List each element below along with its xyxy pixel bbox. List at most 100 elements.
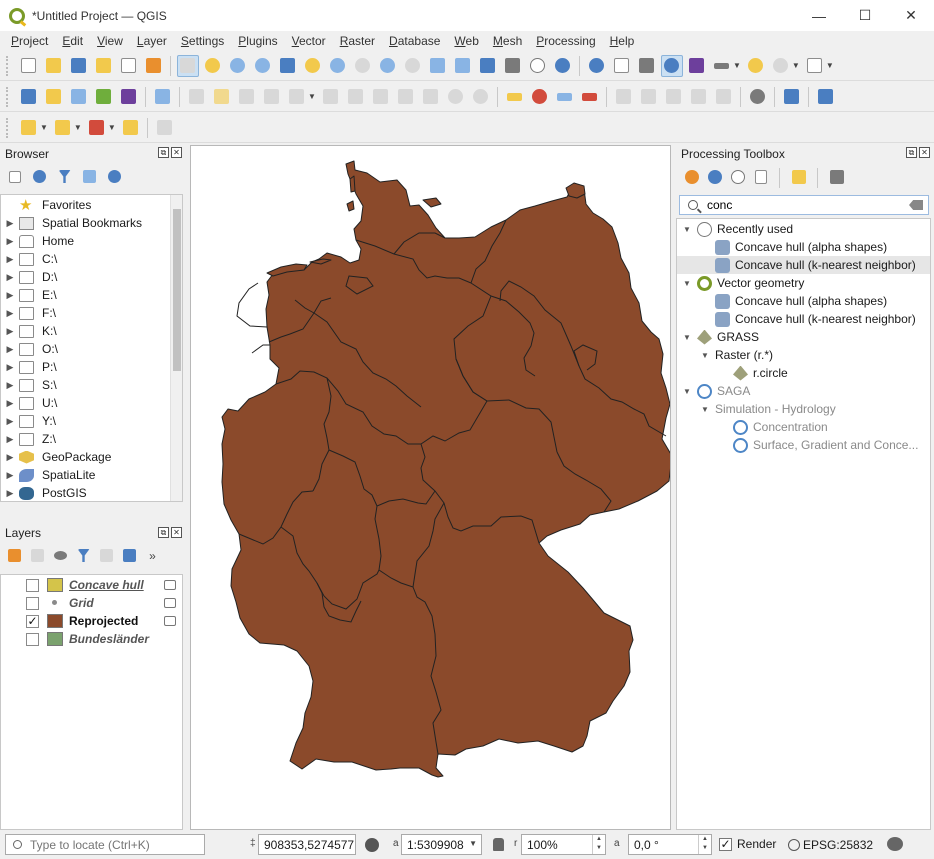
lock-scale-icon[interactable]	[493, 838, 504, 851]
layer-item[interactable]: Bundesländer	[1, 630, 182, 648]
collapse-arrow-icon[interactable]: ▼	[699, 405, 711, 414]
add-virtual-layer-button[interactable]	[68, 86, 90, 108]
expand-arrow-icon[interactable]: ▶	[1, 398, 19, 409]
chevron-down-icon[interactable]: ▼	[792, 61, 800, 70]
plugins-button[interactable]	[746, 86, 768, 108]
zoom-next-button[interactable]	[402, 55, 424, 77]
new-print-layout-button[interactable]	[118, 55, 140, 77]
zoom-selection-button[interactable]	[302, 55, 324, 77]
add-selected-layers-button[interactable]	[6, 168, 23, 185]
expand-arrow-icon[interactable]: ▶	[1, 362, 19, 373]
add-group-button[interactable]	[29, 547, 46, 564]
open-project-button[interactable]	[43, 55, 65, 77]
save-as-button[interactable]	[93, 55, 115, 77]
vertex-tool-button[interactable]	[286, 86, 308, 108]
crs-status-button[interactable]: EPSG:25832	[788, 838, 873, 852]
current-edits-button[interactable]	[186, 86, 208, 108]
scrollbar-thumb[interactable]	[173, 209, 181, 371]
rotation-spinbox[interactable]: 0,0 ° ▲ ▼	[628, 834, 712, 855]
annotations-button[interactable]	[769, 55, 791, 77]
locator-input[interactable]	[30, 837, 200, 852]
close-panel-button[interactable]: ✕	[919, 147, 930, 158]
expand-arrow-icon[interactable]: ▶	[1, 308, 19, 319]
browser-item[interactable]: ▶ Home	[1, 232, 182, 250]
new-3d-view-button[interactable]	[452, 55, 474, 77]
paste-features-button[interactable]	[419, 86, 441, 108]
chevron-down-icon[interactable]: ▼	[74, 123, 82, 132]
pin-labels-button[interactable]	[528, 86, 550, 108]
label-diagram-button[interactable]	[712, 86, 734, 108]
messages-icon[interactable]	[887, 837, 903, 851]
cut-features-button[interactable]	[369, 86, 391, 108]
toggle-extents-icon[interactable]	[365, 838, 379, 852]
select-features-button[interactable]	[18, 117, 40, 139]
copy-features-button[interactable]	[394, 86, 416, 108]
manage-visibility-button[interactable]	[52, 547, 69, 564]
measure-button[interactable]	[711, 55, 733, 77]
menu-database[interactable]: Database	[382, 34, 447, 48]
float-panel-button[interactable]: ⧉	[906, 147, 917, 158]
processing-toolbox-button[interactable]	[660, 54, 683, 77]
browser-tree[interactable]: ★ Favorites ▶ Spatial Bookmarks ▶ Home ▶ C:\ ▶ D:…	[0, 194, 183, 502]
menu-web[interactable]: Web	[447, 34, 485, 48]
filter-expression-button[interactable]	[98, 547, 115, 564]
map-canvas[interactable]	[190, 145, 671, 830]
add-raster-button[interactable]	[118, 86, 140, 108]
browser-item[interactable]: ▶ Z:\	[1, 430, 182, 448]
browser-item[interactable]: ▶ GeoPackage	[1, 448, 182, 466]
zoom-in-button[interactable]	[227, 55, 249, 77]
menu-help[interactable]: Help	[603, 34, 642, 48]
expand-arrow-icon[interactable]: ▶	[1, 326, 19, 337]
chevron-down-icon[interactable]: ▼	[469, 839, 477, 848]
layer-visibility-checkbox[interactable]	[26, 632, 39, 646]
data-source-manager-button[interactable]	[18, 86, 40, 108]
deselect-button[interactable]	[85, 117, 107, 139]
add-layer-button[interactable]	[43, 86, 65, 108]
move-label-button[interactable]	[612, 86, 634, 108]
models-button[interactable]	[683, 168, 700, 185]
browser-item[interactable]: ▶ K:\	[1, 322, 182, 340]
expand-arrow-icon[interactable]: ▶	[1, 434, 19, 445]
toolbox-item[interactable]: ▼ Recently used	[677, 220, 930, 238]
select-location-button[interactable]	[119, 117, 141, 139]
delete-selected-button[interactable]	[344, 86, 366, 108]
menu-raster[interactable]: Raster	[333, 34, 382, 48]
menu-settings[interactable]: Settings	[174, 34, 231, 48]
coordinate-field[interactable]: 908353,5274577	[258, 834, 356, 855]
expand-arrow-icon[interactable]: ▶	[1, 254, 19, 265]
toolbox-item[interactable]: ▼ SAGA	[677, 382, 930, 400]
layer-item[interactable]: Concave hull	[1, 576, 182, 594]
expand-arrow-icon[interactable]: ▶	[1, 488, 19, 499]
expand-arrow-icon[interactable]: ▶	[1, 344, 19, 355]
new-project-button[interactable]	[18, 55, 40, 77]
elevation-profile-button[interactable]	[153, 117, 175, 139]
toolbox-item[interactable]: ▼ Vector geometry	[677, 274, 930, 292]
pan-map-button[interactable]	[176, 54, 199, 77]
new-bookmark-button[interactable]	[477, 55, 499, 77]
show-hide-labels-button[interactable]	[687, 86, 709, 108]
browser-properties-button[interactable]	[106, 168, 123, 185]
browser-item[interactable]: ▶ Spatial Bookmarks	[1, 214, 182, 232]
history-button[interactable]	[729, 168, 746, 185]
clear-search-icon[interactable]	[909, 200, 923, 210]
float-panel-button[interactable]: ⧉	[158, 147, 169, 158]
collapse-arrow-icon[interactable]: ▼	[681, 387, 693, 396]
toolbox-search-input[interactable]	[707, 198, 897, 212]
open-layer-styling-button[interactable]	[6, 547, 23, 564]
toolbar-grip[interactable]	[6, 86, 10, 107]
browser-item[interactable]: ▶ P:\	[1, 358, 182, 376]
redo-button[interactable]	[469, 86, 491, 108]
toolbox-item[interactable]: Concentration	[677, 418, 930, 436]
toolbox-search-field[interactable]	[679, 195, 929, 215]
change-label-button[interactable]	[662, 86, 684, 108]
browser-item[interactable]: ▶ S:\	[1, 376, 182, 394]
toolbox-item[interactable]: ▼ Raster (r.*)	[677, 346, 930, 364]
refresh-button[interactable]	[552, 55, 574, 77]
menu-plugins[interactable]: Plugins	[231, 34, 284, 48]
temporary-layer-icon[interactable]	[164, 598, 176, 608]
save-edits-button[interactable]	[236, 86, 258, 108]
toggle-editing-button[interactable]	[211, 86, 233, 108]
layers-tree[interactable]: Concave hull Grid ✓ Reprojected Bundesländer	[0, 574, 183, 830]
menu-view[interactable]: View	[90, 34, 130, 48]
temporary-layer-icon[interactable]	[164, 616, 176, 626]
